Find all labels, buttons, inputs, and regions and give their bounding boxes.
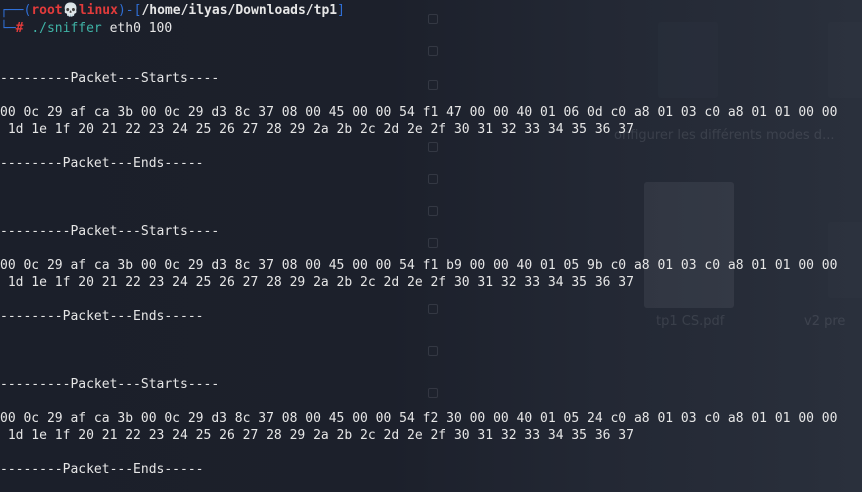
terminal-output[interactable]: ┌──(root💀linux)-[/home/ilyas/Downloads/t…	[0, 0, 862, 492]
skull-icon: 💀	[62, 3, 79, 18]
packet-start-line: ---------Packet---Starts----	[0, 71, 220, 86]
prompt-user: root	[31, 3, 63, 18]
command-name: ./sniffer	[31, 21, 102, 36]
packet-hex-line: 1d 1e 1f 20 21 22 23 24 25 26 27 28 29 2…	[0, 275, 634, 290]
packet-hex-line: 00 0c 29 af ca 3b 00 0c 29 d3 8c 37 08 0…	[0, 411, 838, 426]
packet-start-line: ---------Packet---Starts----	[0, 377, 220, 392]
prompt-path: /home/ilyas/Downloads/tp1	[141, 3, 338, 18]
packet-end-line: --------Packet---Ends-----	[0, 462, 204, 477]
packet-end-line: --------Packet---Ends-----	[0, 309, 204, 324]
packet-end-line: --------Packet---Ends-----	[0, 156, 204, 171]
prompt-host: linux	[78, 3, 118, 18]
prompt-symbol: #	[15, 21, 24, 36]
command-line: └─# ./sniffer eth0 100	[0, 21, 173, 36]
command-args: eth0 100	[109, 21, 173, 36]
prompt-line: ┌──(root💀linux)-[/home/ilyas/Downloads/t…	[0, 3, 345, 18]
packet-hex-line: 1d 1e 1f 20 21 22 23 24 25 26 27 28 29 2…	[0, 428, 634, 443]
packet-hex-line: 1d 1e 1f 20 21 22 23 24 25 26 27 28 29 2…	[0, 122, 634, 137]
packet-hex-line: 00 0c 29 af ca 3b 00 0c 29 d3 8c 37 08 0…	[0, 258, 838, 273]
packet-hex-line: 00 0c 29 af ca 3b 00 0c 29 d3 8c 37 08 0…	[0, 105, 838, 120]
packet-start-line: ---------Packet---Starts----	[0, 224, 220, 239]
desktop-screen: onfigurer les différents modes d... tp1 …	[0, 0, 862, 492]
